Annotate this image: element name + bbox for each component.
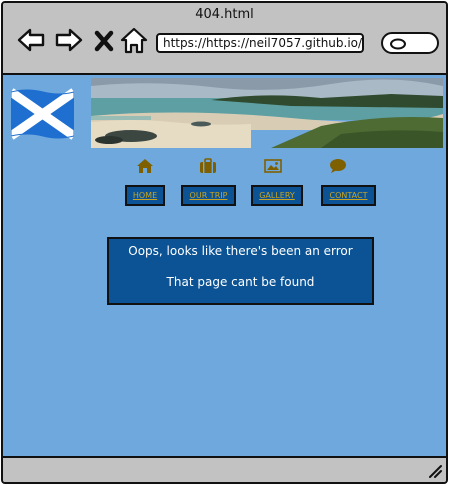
search-input[interactable] (381, 32, 439, 54)
error-detail: That page cant be found (166, 275, 315, 289)
resize-grip-icon[interactable] (428, 464, 442, 478)
browser-window: 404.html https://https://neil7057.github… (1, 1, 448, 484)
nav-our-trip-button[interactable]: OUR TRIP (181, 185, 236, 206)
back-arrow-icon[interactable] (16, 25, 46, 55)
status-bar (3, 456, 446, 482)
window-title: 404.html (195, 7, 254, 22)
beach-banner-image (91, 78, 443, 148)
home-icon[interactable] (119, 25, 149, 55)
error-message-panel: Oops, looks like there's been an error T… (107, 237, 374, 305)
nav-contact-button[interactable]: CONTACT (321, 185, 376, 206)
image-icon[interactable] (264, 158, 282, 174)
scotland-flag-logo (8, 88, 77, 140)
error-heading: Oops, looks like there's been an error (128, 244, 353, 258)
browser-toolbar: 404.html https://https://neil7057.github… (3, 3, 446, 75)
chat-bubble-icon[interactable] (329, 158, 347, 174)
home-icon[interactable] (136, 158, 154, 174)
forward-arrow-icon[interactable] (54, 25, 84, 55)
nav-gallery-button[interactable]: GALLERY (251, 185, 303, 206)
search-icon (390, 38, 406, 50)
address-bar[interactable]: https://https://neil7057.github.io/ (156, 33, 364, 53)
nav-home-button[interactable]: HOME (125, 185, 165, 206)
close-x-icon[interactable] (92, 25, 116, 55)
suitcase-icon[interactable] (199, 158, 217, 174)
